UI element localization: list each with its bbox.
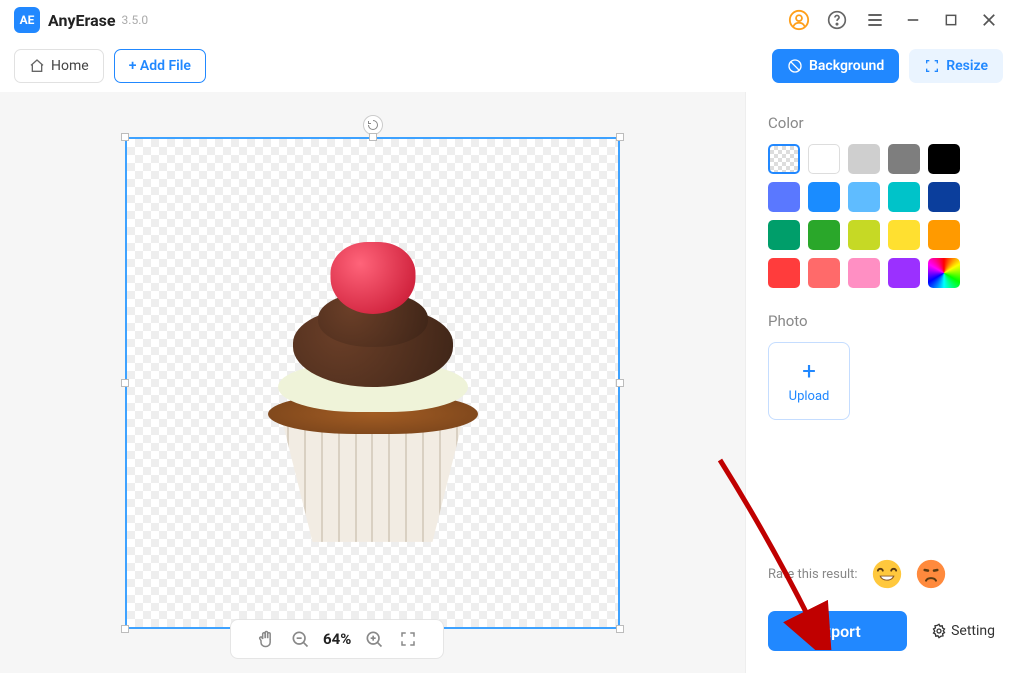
title-bar: AE AnyErase 3.5.0 xyxy=(0,0,1017,40)
setting-button[interactable]: Setting xyxy=(931,623,995,639)
export-label: Export xyxy=(814,622,861,641)
add-file-label: + Add File xyxy=(129,58,191,74)
color-swatch-navy[interactable] xyxy=(928,182,960,212)
app-logo: AE xyxy=(14,7,40,33)
background-button[interactable]: Background xyxy=(772,49,899,83)
color-swatch-green[interactable] xyxy=(808,220,840,250)
photo-section-label: Photo xyxy=(768,312,995,330)
account-icon[interactable] xyxy=(785,6,813,34)
color-swatch-teal[interactable] xyxy=(888,182,920,212)
plus-icon: + xyxy=(802,359,816,383)
close-icon[interactable] xyxy=(975,6,1003,34)
cupcake-image[interactable] xyxy=(258,272,488,542)
side-panel: Color Photo + Upload Rate this result: E… xyxy=(745,92,1017,673)
canvas-area xyxy=(0,92,745,673)
color-swatch-lime[interactable] xyxy=(848,220,880,250)
color-swatch-emerald[interactable] xyxy=(768,220,800,250)
zoom-out-button[interactable] xyxy=(283,622,317,656)
background-label: Background xyxy=(809,58,884,74)
happy-emoji[interactable] xyxy=(872,559,902,589)
workspace: Color Photo + Upload Rate this result: E… xyxy=(0,92,1017,673)
fullscreen-button[interactable] xyxy=(391,622,425,656)
color-swatch-rainbow[interactable] xyxy=(928,258,960,288)
color-swatches xyxy=(768,144,995,288)
color-section-label: Color xyxy=(768,114,995,132)
zoom-bar-wrap: 64% xyxy=(230,619,444,659)
color-swatch-blue[interactable] xyxy=(768,182,800,212)
pan-hand-icon[interactable] xyxy=(249,622,283,656)
resize-handle-br[interactable] xyxy=(616,625,624,633)
minimize-icon[interactable] xyxy=(899,6,927,34)
canvas-wrapper xyxy=(125,137,620,629)
color-swatch-purple[interactable] xyxy=(888,258,920,288)
app-version: 3.5.0 xyxy=(122,13,149,27)
rate-row: Rate this result: xyxy=(768,559,995,589)
add-file-button[interactable]: + Add File xyxy=(114,49,206,83)
rate-label: Rate this result: xyxy=(768,567,858,582)
canvas-frame[interactable] xyxy=(125,137,620,629)
color-swatch-transparent[interactable] xyxy=(768,144,800,174)
color-swatch-black[interactable] xyxy=(928,144,960,174)
resize-handle-tl[interactable] xyxy=(121,133,129,141)
export-button[interactable]: Export xyxy=(768,611,907,651)
upload-photo-button[interactable]: + Upload xyxy=(768,342,850,420)
rotate-handle[interactable] xyxy=(363,115,383,135)
help-icon[interactable] xyxy=(823,6,851,34)
color-swatch-grey[interactable] xyxy=(888,144,920,174)
setting-label: Setting xyxy=(951,623,995,639)
sad-emoji[interactable] xyxy=(916,559,946,589)
resize-label: Resize xyxy=(946,58,988,74)
resize-button[interactable]: Resize xyxy=(909,49,1003,83)
gear-icon xyxy=(931,623,947,639)
home-button[interactable]: Home xyxy=(14,49,104,83)
resize-handle-tm[interactable] xyxy=(369,133,377,141)
color-swatch-azure[interactable] xyxy=(808,182,840,212)
side-bottom: Export Setting xyxy=(768,611,995,651)
color-swatch-pink[interactable] xyxy=(848,258,880,288)
resize-handle-bl[interactable] xyxy=(121,625,129,633)
color-swatch-orange[interactable] xyxy=(928,220,960,250)
zoom-value: 64% xyxy=(323,630,351,648)
resize-handle-ml[interactable] xyxy=(121,379,129,387)
color-swatch-light-grey[interactable] xyxy=(848,144,880,174)
main-toolbar: Home + Add File Background Resize xyxy=(0,40,1017,92)
app-name: AnyErase xyxy=(48,11,116,30)
color-swatch-yellow[interactable] xyxy=(888,220,920,250)
menu-icon[interactable] xyxy=(861,6,889,34)
color-swatch-salmon[interactable] xyxy=(808,258,840,288)
resize-handle-tr[interactable] xyxy=(616,133,624,141)
maximize-icon[interactable] xyxy=(937,6,965,34)
zoom-in-button[interactable] xyxy=(357,622,391,656)
home-label: Home xyxy=(51,58,89,74)
color-swatch-red[interactable] xyxy=(768,258,800,288)
upload-label: Upload xyxy=(789,389,830,404)
color-swatch-white[interactable] xyxy=(808,144,840,174)
resize-handle-mr[interactable] xyxy=(616,379,624,387)
zoom-bar: 64% xyxy=(230,619,444,659)
color-swatch-sky[interactable] xyxy=(848,182,880,212)
